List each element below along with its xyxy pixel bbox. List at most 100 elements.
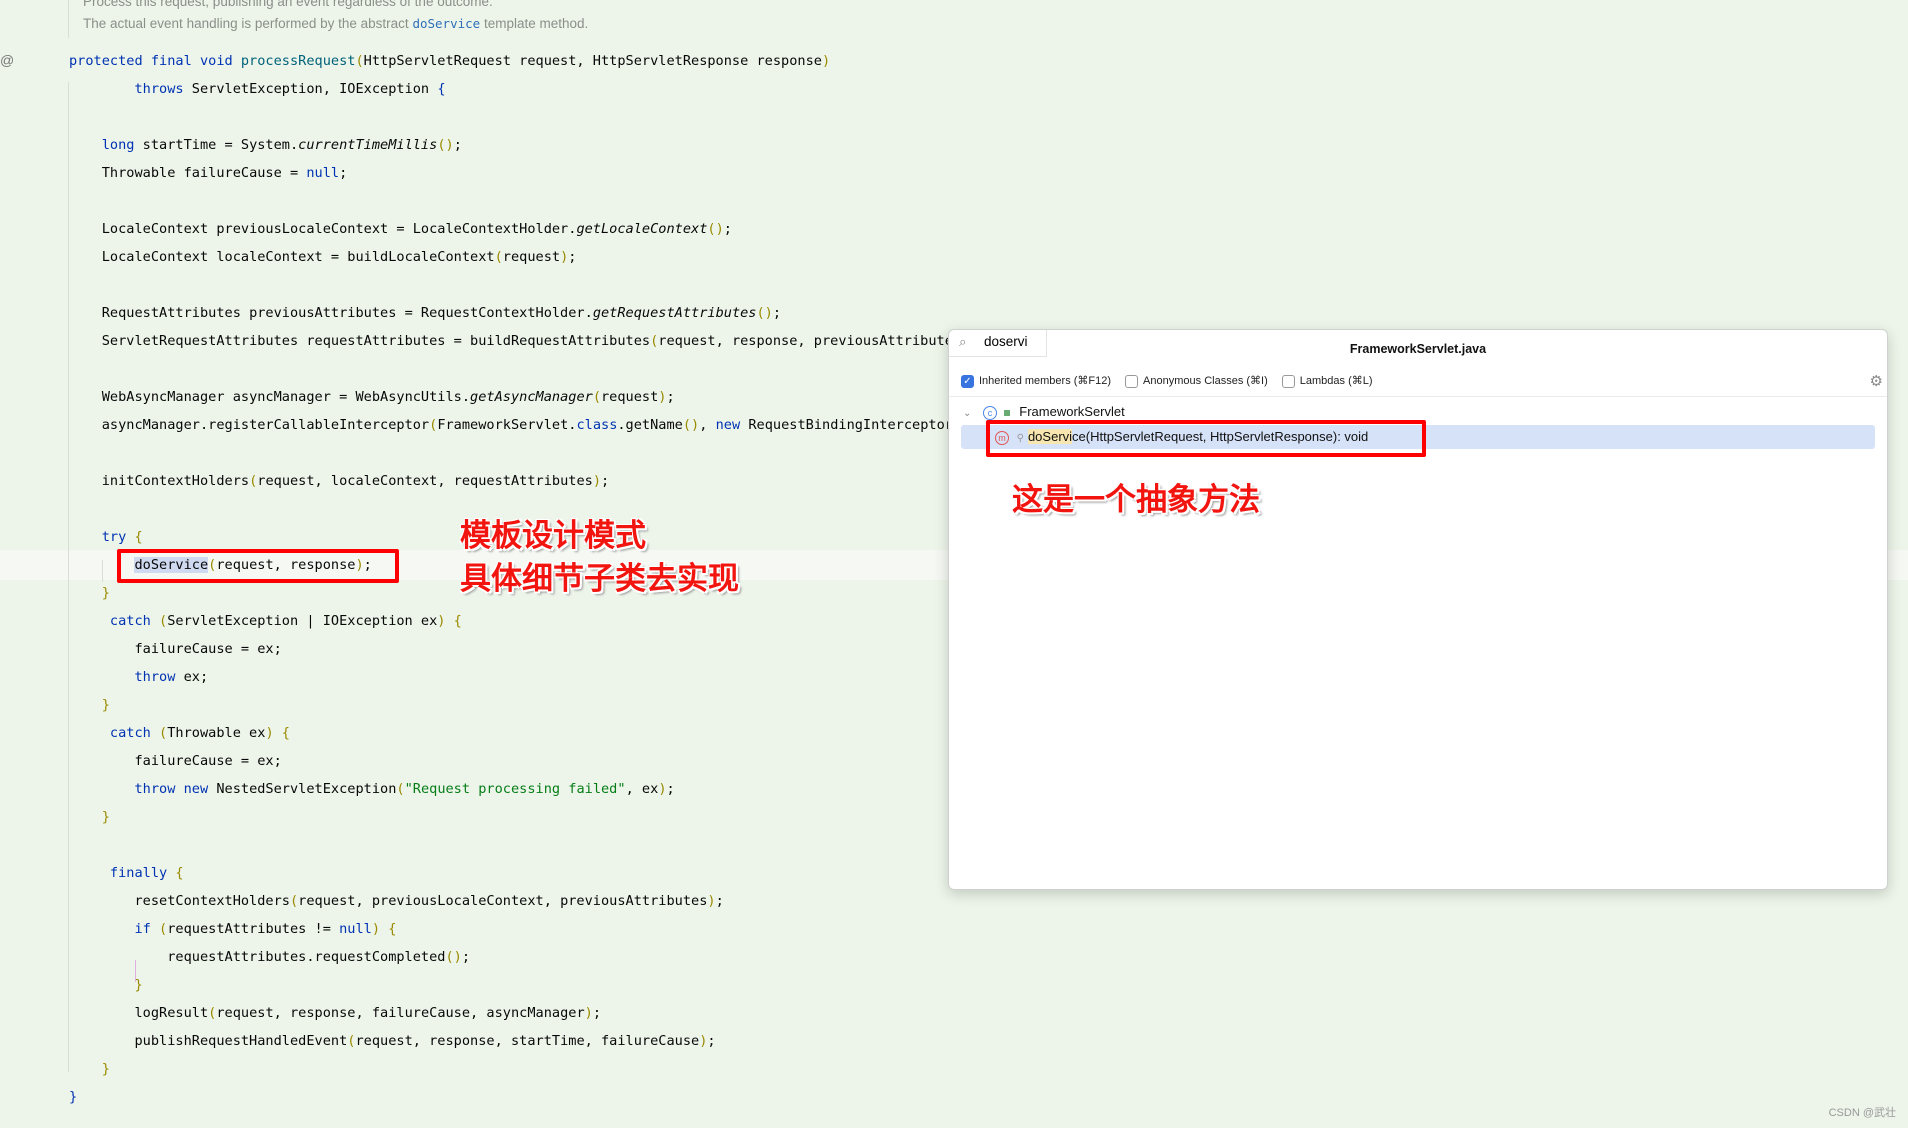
code-line[interactable]: }	[69, 691, 110, 719]
code-token: (	[355, 53, 364, 69]
code-line[interactable]: publishRequestHandledEvent(request, resp…	[69, 1027, 716, 1055]
option-label: Anonymous Classes (⌘I)	[1143, 375, 1268, 387]
code-line[interactable]: failureCause = ex;	[69, 747, 282, 775]
code-line[interactable]: try {	[69, 523, 143, 551]
override-icon[interactable]: @	[0, 52, 14, 68]
keyword: new	[715, 417, 749, 433]
code-token: }	[101, 1061, 110, 1077]
file-structure-popup: ⌕ doservi FrameworkServlet.java ✓ Inherit…	[948, 329, 1888, 890]
keyword: null	[339, 921, 372, 937]
code-token: LocaleContext previousLocaleContext = Lo…	[101, 221, 577, 237]
code-token: )	[821, 53, 831, 69]
code-token: processRequest	[240, 53, 356, 69]
code-token: requestAttributes.requestCompleted	[167, 949, 446, 965]
code-token: getLocaleContext	[576, 221, 708, 237]
keyword: if	[134, 921, 160, 937]
code-token: ,	[699, 417, 716, 433]
code-line[interactable]: }	[69, 803, 110, 831]
code-token: ;	[461, 949, 471, 965]
code-token: ()	[682, 417, 700, 433]
code-token: request, response, previousAttributes	[658, 333, 962, 349]
code-token: resetContextHolders	[134, 893, 290, 909]
code-token: ServletRequestAttributes requestAttribut…	[101, 333, 651, 349]
code-token: currentTimeMillis	[298, 137, 438, 153]
anonymous-classes-checkbox[interactable]: Anonymous Classes (⌘I)	[1125, 374, 1268, 388]
code-line[interactable]: long startTime = System.currentTimeMilli…	[69, 131, 462, 159]
annotation-template-pattern: 模板设计模式	[460, 518, 646, 553]
code-token: request, response, failureCause, asyncMa…	[216, 1005, 585, 1021]
code-token: RequestBindingInterceptor	[748, 417, 953, 433]
code-line[interactable]: }	[69, 1083, 77, 1111]
code-line[interactable]: initContextHolders(request, localeContex…	[69, 467, 609, 495]
code-token: ;	[715, 893, 724, 909]
code-token: logResult	[134, 1005, 209, 1021]
code-token: ()	[437, 137, 454, 153]
code-line[interactable]: catch (ServletException | IOException ex…	[69, 607, 462, 635]
code-line[interactable]: Throwable failureCause = null;	[69, 159, 348, 187]
code-token: ;	[601, 473, 610, 489]
code-token: failureCause = ex;	[134, 753, 282, 769]
code-line[interactable]: requestAttributes.requestCompleted();	[69, 943, 470, 971]
code-token: RequestAttributes previousAttributes = R…	[101, 305, 593, 321]
code-line[interactable]: throw new NestedServletException("Reques…	[69, 775, 674, 803]
code-token: (	[592, 389, 601, 405]
code-line[interactable]: protected final void processRequest(Http…	[69, 47, 830, 75]
lambdas-checkbox[interactable]: Lambdas (⌘L)	[1281, 374, 1373, 388]
code-token: ()	[756, 305, 773, 321]
code-token: request, previousLocaleContext, previous…	[298, 893, 708, 909]
code-token: NestedServletException	[216, 781, 397, 797]
code-token: ;	[453, 137, 462, 153]
gear-icon[interactable]: ⚙	[1870, 372, 1883, 390]
code-line[interactable]: if (requestAttributes != null) {	[69, 915, 396, 943]
doc-text: template method.	[480, 16, 589, 31]
code-token: ServletException, IOException	[191, 81, 438, 97]
code-token: (	[289, 893, 299, 909]
code-token: ;	[666, 389, 675, 405]
code-token: (	[494, 249, 503, 265]
doc-link-doservice[interactable]: doService	[412, 16, 480, 31]
keyword: {	[437, 81, 446, 97]
code-line[interactable]: WebAsyncManager asyncManager = WebAsyncU…	[69, 383, 675, 411]
inherited-members-checkbox[interactable]: ✓ Inherited members (⌘F12)	[961, 374, 1111, 388]
red-highlight-box	[117, 549, 399, 583]
code-line[interactable]: logResult(request, response, failureCaus…	[69, 999, 601, 1027]
code-line[interactable]: finally {	[69, 859, 184, 887]
doc-border	[68, 0, 69, 38]
code-token: ex;	[183, 669, 209, 685]
keyword: throw new	[134, 781, 217, 797]
code-line[interactable]: throw ex;	[69, 663, 208, 691]
code-token: (	[159, 613, 168, 629]
annotation-subclass-impl: 具体细节子类去实现	[460, 561, 739, 596]
code-line[interactable]: LocaleContext previousLocaleContext = Lo…	[69, 215, 732, 243]
code-token: (	[396, 781, 405, 797]
keyword: protected final void	[69, 53, 241, 69]
code-line[interactable]: catch (Throwable ex) {	[69, 719, 290, 747]
code-line[interactable]: LocaleContext localeContext = buildLocal…	[69, 243, 577, 271]
code-line[interactable]: }	[69, 1055, 110, 1083]
code-token: ;	[707, 1033, 716, 1049]
code-line[interactable]: RequestAttributes previousAttributes = R…	[69, 299, 781, 327]
unlocked-icon	[1003, 410, 1010, 416]
keyword: try	[101, 529, 135, 545]
red-highlight-box	[986, 420, 1426, 457]
code-token: HttpServletRequest request, HttpServletR…	[363, 53, 822, 69]
code-token: ) {	[437, 613, 462, 629]
code-line[interactable]: resetContextHolders(request, previousLoc…	[69, 887, 724, 915]
code-line[interactable]: ServletRequestAttributes requestAttribut…	[69, 327, 978, 355]
code-token: )	[592, 473, 602, 489]
code-line[interactable]: failureCause = ex;	[69, 635, 281, 663]
code-line[interactable]: }	[69, 579, 110, 607]
option-label: Lambdas (⌘L)	[1299, 375, 1373, 387]
code-line[interactable]: throws ServletException, IOException {	[69, 75, 446, 103]
code-token: ;	[772, 305, 782, 321]
code-line[interactable]: }	[69, 971, 143, 999]
code-token: .getName	[617, 417, 683, 433]
popup-title: FrameworkServlet.java	[1349, 342, 1487, 356]
code-token: LocaleContext localeContext = buildLocal…	[101, 249, 495, 265]
chevron-down-icon[interactable]: ⌄	[963, 408, 971, 419]
code-token: startTime = System.	[142, 137, 299, 153]
code-token: }	[134, 977, 143, 993]
code-token: request	[502, 249, 561, 265]
doc-comment-line: The actual event handling is performed b…	[83, 16, 588, 31]
code-line[interactable]: asyncManager.registerCallableInterceptor…	[69, 411, 986, 439]
